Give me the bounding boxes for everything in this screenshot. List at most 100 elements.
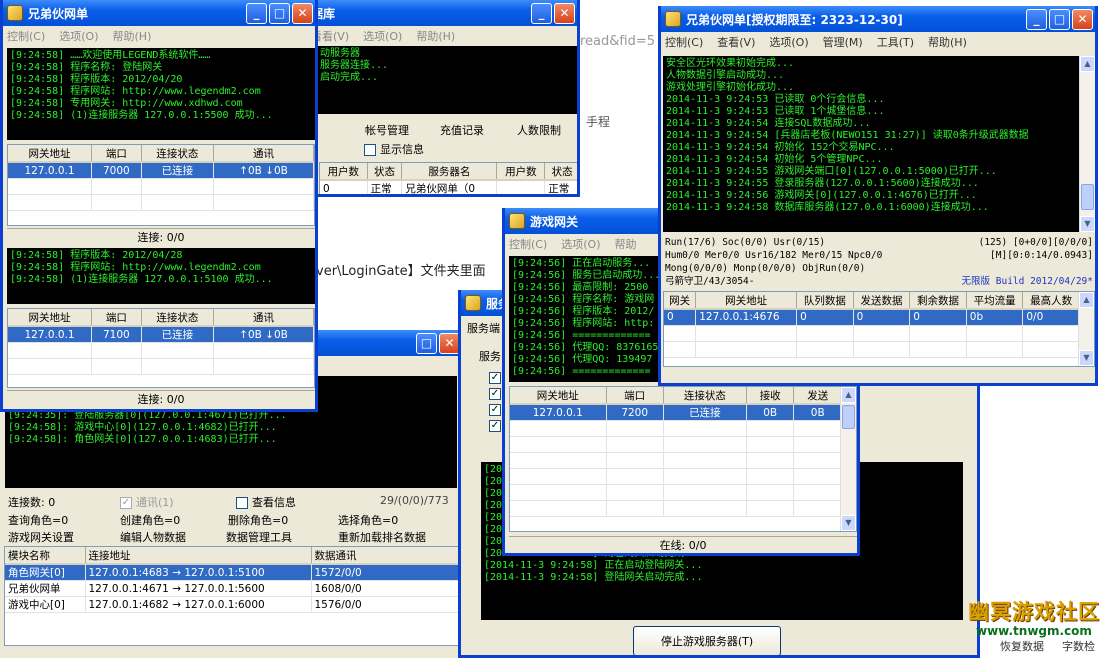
table-row[interactable]: 0 127.0.0.1:4676 0 0 0 0b 0/0: [664, 309, 1080, 326]
table-row[interactable]: 0 正常 兄弟伙网单（0 正常: [320, 180, 577, 194]
account-manage-button[interactable]: 帐号管理: [365, 122, 409, 138]
m2-table-scrollbar[interactable]: ▲ ▼: [1078, 292, 1094, 366]
build-label: Build 2012/04/29*: [995, 276, 1093, 287]
maximize-icon[interactable]: □: [1049, 8, 1070, 30]
col-comm: 通讯: [213, 309, 314, 327]
col-server-name: 服务器名: [401, 163, 498, 181]
recharge-record-button[interactable]: 充值记录: [440, 122, 484, 138]
col-status-2: 状态: [544, 163, 577, 181]
col-send-data: 发送数据: [853, 292, 911, 310]
table-row[interactable]: 游戏中心[0] 127.0.0.1:4682 → 127.0.0.1:6000 15…: [5, 596, 459, 613]
show-info-checkbox[interactable]: 显示信息: [364, 141, 424, 157]
menu-manage[interactable]: 管理(M): [823, 34, 863, 50]
col-status: 状态: [367, 163, 403, 181]
menu-help[interactable]: 帮助(H): [928, 34, 967, 50]
scroll-thumb[interactable]: [842, 405, 855, 429]
table-row[interactable]: 127.0.0.1 7200 已连接 0B 0B: [510, 404, 842, 421]
login-status-1: 连接: 0/0: [7, 228, 315, 244]
col-remain-data: 剩余数据: [909, 292, 967, 310]
menu-help[interactable]: 帮助(H): [416, 28, 455, 44]
game-gate-scrollbar[interactable]: ▲ ▼: [840, 387, 856, 531]
service-label: 服务端: [467, 322, 500, 335]
close-icon[interactable]: ✕: [554, 2, 575, 24]
table-row[interactable]: 127.0.0.1 7100 已连接 ↑0B ↓0B: [8, 326, 314, 343]
scroll-thumb[interactable]: [1081, 184, 1094, 210]
login-gate-window: 兄弟伙网单 _ □ ✕ 控制(C) 选项(O) 帮助(H) [9:24:58] …: [0, 0, 318, 412]
col-comm: 通讯: [213, 145, 314, 163]
menu-help[interactable]: 帮助(H): [113, 28, 152, 44]
stats-mon: Mong(0/0/0) Monp(0/0/0) ObjRun(0/0): [665, 263, 866, 274]
db-server-table: 用户数 状态 服务器名 用户数 状态 0 正常 兄弟伙网单（0 正常: [319, 162, 577, 194]
login-status-2: 连接: 0/0: [7, 390, 315, 406]
minimize-icon[interactable]: _: [531, 2, 552, 24]
scroll-down-icon[interactable]: ▼: [1079, 350, 1094, 366]
checkbox-checked-icon[interactable]: ✓: [489, 372, 501, 384]
col-gate-address: 网关地址: [8, 309, 92, 327]
checkbox-checked-icon[interactable]: ✓: [489, 388, 501, 400]
table-row[interactable]: 兄弟伙网单 127.0.0.1:4671 → 127.0.0.1:5600 1608…: [5, 580, 459, 597]
m2-stats-panel: Run(17/6) Soc(0/0) Usr(0/15) (125) [0+0/0…: [665, 236, 1093, 288]
m2-title-bar[interactable]: 兄弟伙网单[授权期限至: 2323-12-30] _ □ ✕: [661, 6, 1095, 32]
checkbox-checked-icon[interactable]: ✓: [489, 420, 501, 432]
m2-log-scrollbar[interactable]: ▲ ▼: [1079, 56, 1095, 232]
scroll-down-icon[interactable]: ▼: [1080, 216, 1095, 232]
menu-help[interactable]: 帮助: [615, 236, 637, 252]
col-module-name: 模块名称: [5, 547, 86, 565]
user-limit-button[interactable]: 人数限制: [517, 122, 561, 138]
bg-login-gate-text: ver\LoginGate】文件夹里面: [316, 264, 486, 279]
stats-mem: [M][0:0:14/0.0943]: [990, 250, 1093, 261]
minimize-icon[interactable]: _: [246, 2, 267, 24]
data-tools-button[interactable]: 数据管理工具: [226, 529, 292, 545]
col-port: 端口: [91, 309, 142, 327]
table-row[interactable]: 角色网关[0] 127.0.0.1:4683 → 127.0.0.1:5100 15…: [5, 564, 459, 581]
menu-options[interactable]: 选项(O): [769, 34, 808, 50]
scroll-up-icon[interactable]: ▲: [841, 387, 856, 403]
menu-options[interactable]: 选项(O): [363, 28, 402, 44]
db-server-window: 据库 _ ✕ 看看(V) 选项(O) 帮助(H) 动服务器 服务器连接... 启…: [304, 0, 580, 197]
close-icon[interactable]: ✕: [1072, 8, 1093, 30]
menu-control[interactable]: 控制(C): [7, 28, 45, 44]
maximize-icon[interactable]: □: [269, 2, 290, 24]
stats-hum: Hum0/0 Mer0/0 Usr16/182 Mer0/15 Npc0/0: [665, 250, 883, 261]
login-menu-bar: 控制(C) 选项(O) 帮助(H): [3, 26, 315, 46]
maximize-icon[interactable]: □: [416, 332, 437, 354]
menu-options[interactable]: 选项(O): [59, 28, 98, 44]
module-table: 模块名称 连接地址 数据通讯 角色网关[0] 127.0.0.1:4683 → 127…: [4, 546, 460, 646]
minimize-icon[interactable]: _: [1026, 8, 1047, 30]
stats-queue: (125) [0+0/0][0/0/0]: [978, 237, 1093, 248]
edit-character-button[interactable]: 编辑人物数据: [120, 529, 186, 545]
col-conn-status: 连接状态: [141, 309, 215, 327]
col-data-comm: 数据通讯: [311, 547, 459, 565]
service-group-label: 服务: [479, 350, 501, 363]
login-gate-table-1: 网关地址 端口 连接状态 通讯 127.0.0.1 7000 已连接 ↑0B ↓0B: [7, 144, 315, 226]
col-port: 端口: [606, 387, 664, 405]
db-title-bar[interactable]: 据库 _ ✕: [307, 0, 577, 26]
reload-ranking-button[interactable]: 重新加载排名数据: [338, 529, 426, 545]
menu-control[interactable]: 控制(C): [665, 34, 703, 50]
close-icon[interactable]: ✕: [439, 332, 460, 354]
bg-restore-data[interactable]: 恢复数据: [1000, 638, 1044, 654]
bg-word-count[interactable]: 字数检: [1062, 638, 1095, 654]
checkbox-checked-icon[interactable]: ✓: [489, 404, 501, 416]
col-connect-address: 连接地址: [85, 547, 312, 565]
db-log: 动服务器 服务器连接... 启动完成...: [317, 46, 577, 114]
menu-view[interactable]: 查看(V): [717, 34, 755, 50]
table-row[interactable]: 127.0.0.1 7000 已连接 ↑0B ↓0B: [8, 162, 314, 179]
scroll-up-icon[interactable]: ▲: [1080, 56, 1095, 72]
menu-control[interactable]: 控制(C): [509, 236, 547, 252]
watermark-site: www.tnwgm.com: [976, 624, 1092, 638]
scroll-down-icon[interactable]: ▼: [841, 515, 856, 531]
stop-game-server-button[interactable]: 停止游戏服务器(T): [633, 626, 781, 655]
menu-options[interactable]: 选项(O): [561, 236, 600, 252]
checkbox-icon: [364, 144, 376, 156]
comm-checkbox[interactable]: ✓ 通讯(1): [120, 494, 174, 510]
login-log-1: [9:24:58] ……欢迎使用LEGEND系统软件…… [9:24:58] 程…: [7, 48, 315, 140]
scroll-up-icon[interactable]: ▲: [1079, 292, 1094, 308]
login-title-bar[interactable]: 兄弟伙网单 _ □ ✕: [3, 0, 315, 26]
checkbox-icon: [236, 497, 248, 509]
login-window-title: 兄弟伙网单: [28, 6, 89, 21]
view-info-checkbox[interactable]: 查看信息: [236, 494, 296, 510]
menu-tools[interactable]: 工具(T): [877, 34, 914, 50]
close-icon[interactable]: ✕: [292, 2, 313, 24]
gateway-settings-button[interactable]: 游戏网关设置: [8, 529, 74, 545]
